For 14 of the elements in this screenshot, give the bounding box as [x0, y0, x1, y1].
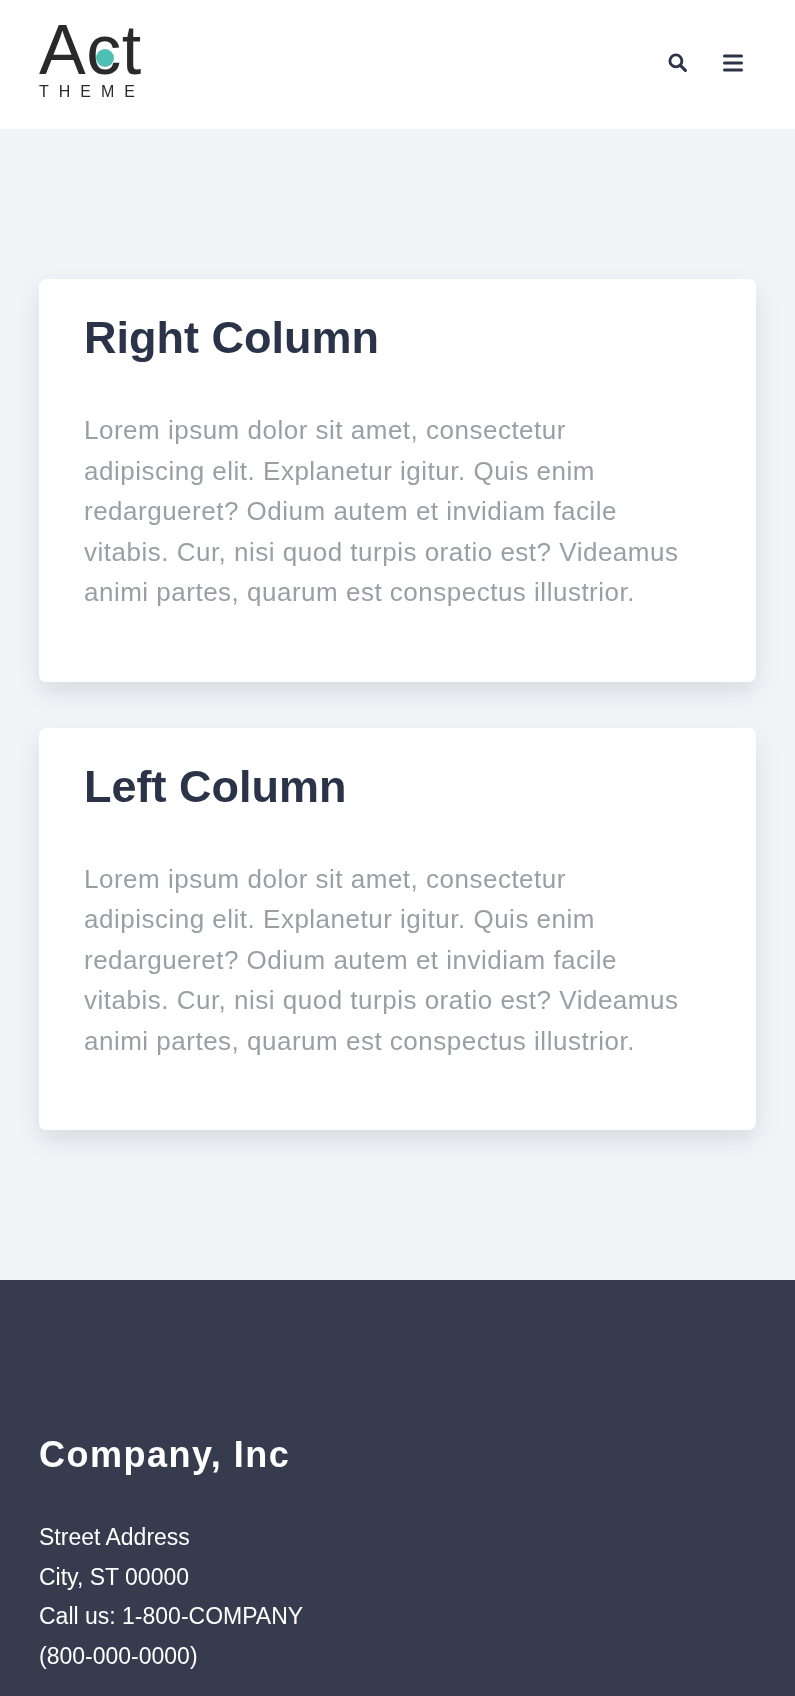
menu-icon[interactable] — [723, 53, 743, 72]
address-line: (800-000-0000) — [39, 1641, 199, 1671]
address-line: Street Address — [39, 1523, 191, 1552]
logo-wordmark[interactable]: Act — [39, 15, 142, 85]
card-paragraph: Lorem ipsum dolor sit amet, consectetur adipiscing elit. Explanetur igitur. Quis enim redargueret? Odium autem et invidiam facile vitabis. Cur, nisi quod turpis oratio est? Videamus animi partes, quarum est conspectus illustrior. — [84, 414, 680, 609]
company-name: Company, Inc — [39, 1433, 292, 1476]
dot-icon — [96, 49, 114, 67]
card-paragraph: Lorem ipsum dolor sit amet, consectetur adipiscing elit. Explanetur igitur. Quis enim redargueret? Odium autem et invidiam facile vitabis. Cur, nisi quod turpis oratio est? Videamus animi partes, quarum est conspectus illustrior. — [84, 862, 680, 1058]
logo-tagline[interactable]: THEME — [39, 84, 145, 100]
card-heading: Left Column — [84, 759, 348, 814]
address-line: City, ST 00000 — [39, 1562, 190, 1592]
search-icon[interactable] — [668, 53, 687, 72]
card-heading: Right Column — [84, 311, 380, 365]
address-line: Call us: 1-800-COMPANY — [39, 1602, 305, 1631]
